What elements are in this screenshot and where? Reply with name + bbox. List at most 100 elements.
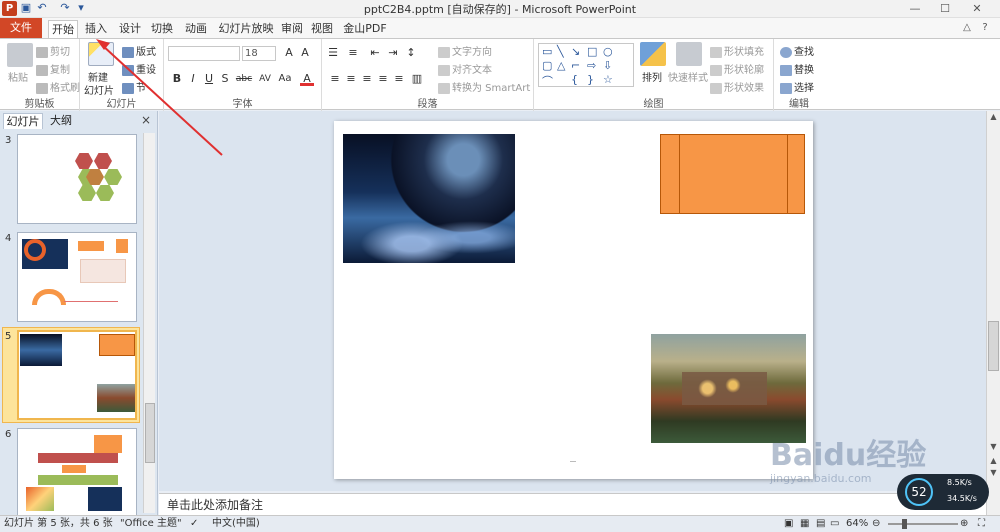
- strikethrough-button[interactable]: abc: [234, 72, 254, 86]
- align-center-icon[interactable]: ≡: [344, 72, 358, 86]
- right-arrow-shape-icon[interactable]: ⇨: [587, 59, 596, 72]
- replace-button[interactable]: 替换: [780, 61, 814, 76]
- oval-shape-icon[interactable]: ○: [603, 45, 613, 58]
- main-vertical-scrollbar[interactable]: ▲ ▼ ▲ ▼: [986, 111, 1000, 515]
- tab-slides[interactable]: 幻灯片: [3, 113, 43, 129]
- format-painter-button[interactable]: 格式刷: [36, 79, 80, 94]
- brace-shape-icon[interactable]: {: [571, 73, 578, 86]
- tab-home[interactable]: 开始: [48, 20, 78, 38]
- slides-pane-scrollbar[interactable]: [143, 133, 155, 513]
- slideshow-view-icon[interactable]: ▭: [830, 516, 839, 532]
- section-button[interactable]: 节: [122, 79, 146, 94]
- slide-sorter-icon[interactable]: ▦: [800, 516, 809, 532]
- increase-indent-icon[interactable]: ⇥: [386, 46, 400, 60]
- quick-styles-button[interactable]: 快速样式: [668, 69, 708, 84]
- bold-button[interactable]: B: [170, 72, 184, 86]
- zoom-slider-track[interactable]: [888, 523, 958, 525]
- previous-slide-icon[interactable]: ▲: [987, 455, 1000, 466]
- star-shape-icon[interactable]: ☆: [603, 73, 613, 86]
- close-pane-icon[interactable]: ×: [139, 113, 153, 127]
- tab-transitions[interactable]: 切换: [148, 20, 176, 38]
- zoom-level[interactable]: 64%: [846, 516, 868, 532]
- paste-button[interactable]: 粘贴: [8, 69, 28, 84]
- font-color-button[interactable]: A: [300, 72, 314, 86]
- shapes-gallery[interactable]: ▭ ╲ ↘ □ ○ ▢ △ ⌐ ⇨ ⇩ ⌒ { } ☆: [538, 43, 634, 89]
- brace-right-shape-icon[interactable]: }: [587, 73, 594, 86]
- textbox-shape-icon[interactable]: ▭: [542, 45, 552, 58]
- new-slide-icon[interactable]: [88, 42, 114, 66]
- grow-font-icon[interactable]: A: [282, 46, 296, 60]
- bullets-icon[interactable]: ☰: [326, 46, 340, 60]
- justify-icon[interactable]: ≡: [376, 72, 390, 86]
- distributed-icon[interactable]: ≡: [392, 72, 406, 86]
- close-icon[interactable]: ✕: [962, 0, 992, 18]
- quick-styles-icon[interactable]: [676, 42, 702, 66]
- change-case-button[interactable]: Aa: [276, 72, 294, 86]
- decrease-indent-icon[interactable]: ⇤: [368, 46, 382, 60]
- scroll-down-icon[interactable]: ▼: [987, 441, 1000, 452]
- font-size-combo[interactable]: 18: [242, 46, 276, 61]
- current-slide[interactable]: [334, 121, 813, 479]
- line-spacing-icon[interactable]: ↕: [404, 46, 418, 60]
- find-button[interactable]: 查找: [780, 43, 814, 58]
- numbering-icon[interactable]: ≡: [346, 46, 360, 60]
- tab-design[interactable]: 设计: [116, 20, 144, 38]
- align-left-icon[interactable]: ≡: [328, 72, 342, 86]
- tab-kingsoft-pdf[interactable]: 金山PDF: [342, 20, 388, 38]
- character-spacing-button[interactable]: AV: [256, 72, 274, 86]
- rounded-rect-shape-icon[interactable]: ▢: [542, 59, 552, 72]
- cut-button[interactable]: 剪切: [36, 43, 70, 58]
- slide-thumbnail-6[interactable]: [17, 428, 137, 518]
- slide-thumbnail-4[interactable]: [17, 232, 137, 322]
- slide-thumbnail-3[interactable]: [17, 134, 137, 224]
- tab-review[interactable]: 审阅: [280, 20, 304, 38]
- underline-button[interactable]: U: [202, 72, 216, 86]
- copy-button[interactable]: 复制: [36, 61, 70, 76]
- text-direction-button[interactable]: 文字方向: [438, 43, 492, 58]
- align-right-icon[interactable]: ≡: [360, 72, 374, 86]
- orange-rectangle-shape[interactable]: [660, 134, 805, 214]
- scroll-up-icon[interactable]: ▲: [987, 111, 1000, 122]
- reading-view-icon[interactable]: ▤: [816, 516, 825, 532]
- elbow-connector-shape-icon[interactable]: ⌐: [571, 59, 580, 72]
- tab-slideshow[interactable]: 幻灯片放映: [218, 20, 274, 38]
- arrow-shape-icon[interactable]: ↘: [571, 45, 580, 58]
- maximize-icon[interactable]: ☐: [930, 0, 960, 18]
- tab-outline[interactable]: 大纲: [46, 113, 76, 129]
- notes-pane[interactable]: 单击此处添加备注: [159, 493, 986, 515]
- arrange-button[interactable]: 排列: [642, 69, 662, 84]
- spellcheck-icon[interactable]: ✓: [190, 516, 198, 532]
- curve-shape-icon[interactable]: ⌒: [542, 73, 553, 89]
- zoom-slider-handle[interactable]: [902, 519, 907, 529]
- network-speed-widget[interactable]: 52 8.5K/s 34.5K/s: [897, 474, 989, 510]
- shape-fill-button[interactable]: 形状填充: [710, 43, 764, 58]
- zoom-in-icon[interactable]: ⊕: [960, 516, 968, 532]
- paste-icon[interactable]: [7, 43, 33, 67]
- layout-button[interactable]: 版式: [122, 43, 156, 58]
- collapse-ribbon-icon[interactable]: △: [960, 21, 974, 35]
- language-status[interactable]: 中文(中国): [212, 516, 260, 532]
- shadow-button[interactable]: S: [218, 72, 232, 86]
- shape-outline-button[interactable]: 形状轮廓: [710, 61, 764, 76]
- reset-button[interactable]: 重设: [122, 61, 156, 76]
- tab-insert[interactable]: 插入: [82, 20, 110, 38]
- theme-status[interactable]: "Office 主题": [120, 516, 182, 532]
- line-shape-icon[interactable]: ╲: [557, 45, 564, 58]
- down-arrow-shape-icon[interactable]: ⇩: [603, 59, 612, 72]
- normal-view-icon[interactable]: ▣: [784, 516, 793, 532]
- shape-effects-button[interactable]: 形状效果: [710, 79, 764, 94]
- space-image[interactable]: [343, 134, 515, 263]
- cottage-painting-image[interactable]: [651, 334, 806, 443]
- tab-file[interactable]: 文件: [0, 18, 42, 38]
- font-name-combo[interactable]: [168, 46, 240, 61]
- slide-thumbnail-5[interactable]: [17, 330, 137, 420]
- next-slide-icon[interactable]: ▼: [987, 467, 1000, 478]
- main-scroll-thumb[interactable]: [988, 321, 999, 371]
- italic-button[interactable]: I: [186, 72, 200, 86]
- select-button[interactable]: 选择: [780, 79, 814, 94]
- slides-pane-scroll-thumb[interactable]: [145, 403, 155, 463]
- tab-view[interactable]: 视图: [310, 20, 334, 38]
- triangle-shape-icon[interactable]: △: [557, 59, 565, 72]
- align-text-button[interactable]: 对齐文本: [438, 61, 492, 76]
- columns-icon[interactable]: ▥: [410, 72, 424, 86]
